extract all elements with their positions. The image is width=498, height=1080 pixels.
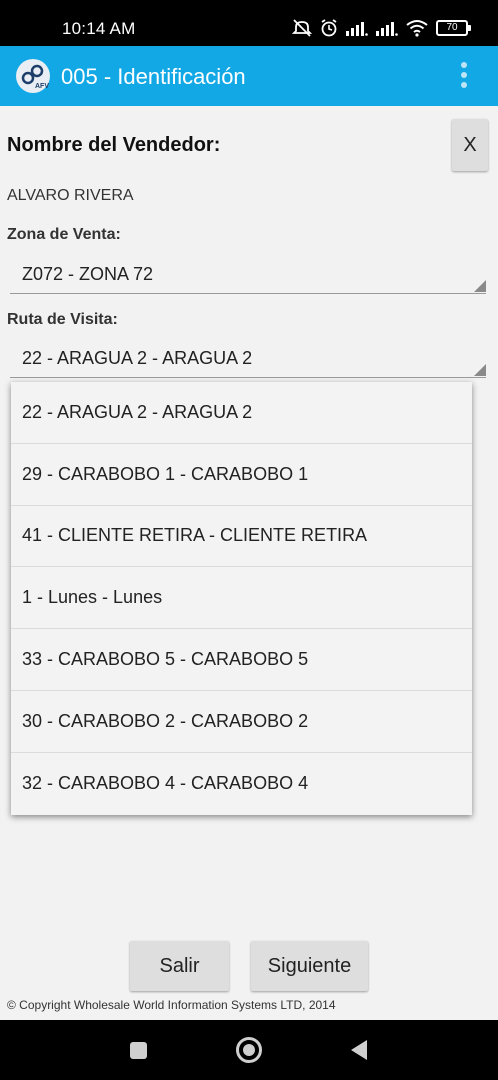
app-bar: AFV 005 - Identificación [0,46,498,106]
signal-icon-2 [376,22,398,36]
svg-text:AFV: AFV [35,83,49,90]
recents-icon[interactable] [130,1042,147,1059]
spinner-underline [10,293,486,294]
navigation-bar [0,1020,498,1080]
dropdown-arrow-icon [474,364,486,376]
alarm-icon [321,19,337,37]
dropdown-arrow-icon [474,280,486,292]
wifi-icon [406,20,428,37]
page-title: 005 - Identificación [61,64,246,89]
status-icons: 70 [292,17,471,39]
status-time: 10:14 AM [62,19,136,38]
close-button[interactable]: X [452,119,488,171]
battery-icon: 70 [436,20,471,36]
overflow-menu-icon[interactable] [458,62,470,92]
ruta-label: Ruta de Visita: [7,311,118,328]
dropdown-option[interactable]: 41 - CLIENTE RETIRA - CLIENTE RETIRA [11,506,472,568]
dropdown-option[interactable]: 29 - CARABOBO 1 - CARABOBO 1 [11,444,472,506]
zona-spinner[interactable]: Z072 - ZONA 72 [10,254,488,294]
ruta-value: 22 - ARAGUA 2 - ARAGUA 2 [22,348,253,368]
status-bar: 10:14 AM 70 [0,0,498,46]
exit-button[interactable]: Salir [130,941,229,991]
vendor-name: ALVARO RIVERA [7,187,134,204]
ruta-spinner[interactable]: 22 - ARAGUA 2 - ARAGUA 2 [10,338,488,378]
mute-icon [292,19,312,37]
main-content: Nombre del Vendedor: X ALVARO RIVERA Zon… [0,106,498,1020]
dropdown-option[interactable]: 33 - CARABOBO 5 - CARABOBO 5 [11,629,472,691]
battery-level: 70 [446,22,458,33]
zona-label: Zona de Venta: [7,226,121,243]
dropdown-option[interactable]: 1 - Lunes - Lunes [11,567,472,630]
zona-value: Z072 - ZONA 72 [22,264,154,284]
copyright-text: © Copyright Wholesale World Information … [7,998,336,1012]
dropdown-option[interactable]: 30 - CARABOBO 2 - CARABOBO 2 [11,691,472,753]
home-icon[interactable] [236,1037,262,1063]
vendor-title: Nombre del Vendedor: [7,134,221,156]
dropdown-option[interactable]: 32 - CARABOBO 4 - CARABOBO 4 [11,753,472,815]
spinner-underline [10,377,486,378]
next-button[interactable]: Siguiente [251,941,368,991]
app-logo-icon: AFV [16,59,50,93]
ruta-dropdown-list: 22 - ARAGUA 2 - ARAGUA 2 29 - CARABOBO 1… [11,382,472,815]
back-icon[interactable] [351,1040,367,1060]
signal-icon [346,22,368,36]
dropdown-option[interactable]: 22 - ARAGUA 2 - ARAGUA 2 [11,382,472,444]
